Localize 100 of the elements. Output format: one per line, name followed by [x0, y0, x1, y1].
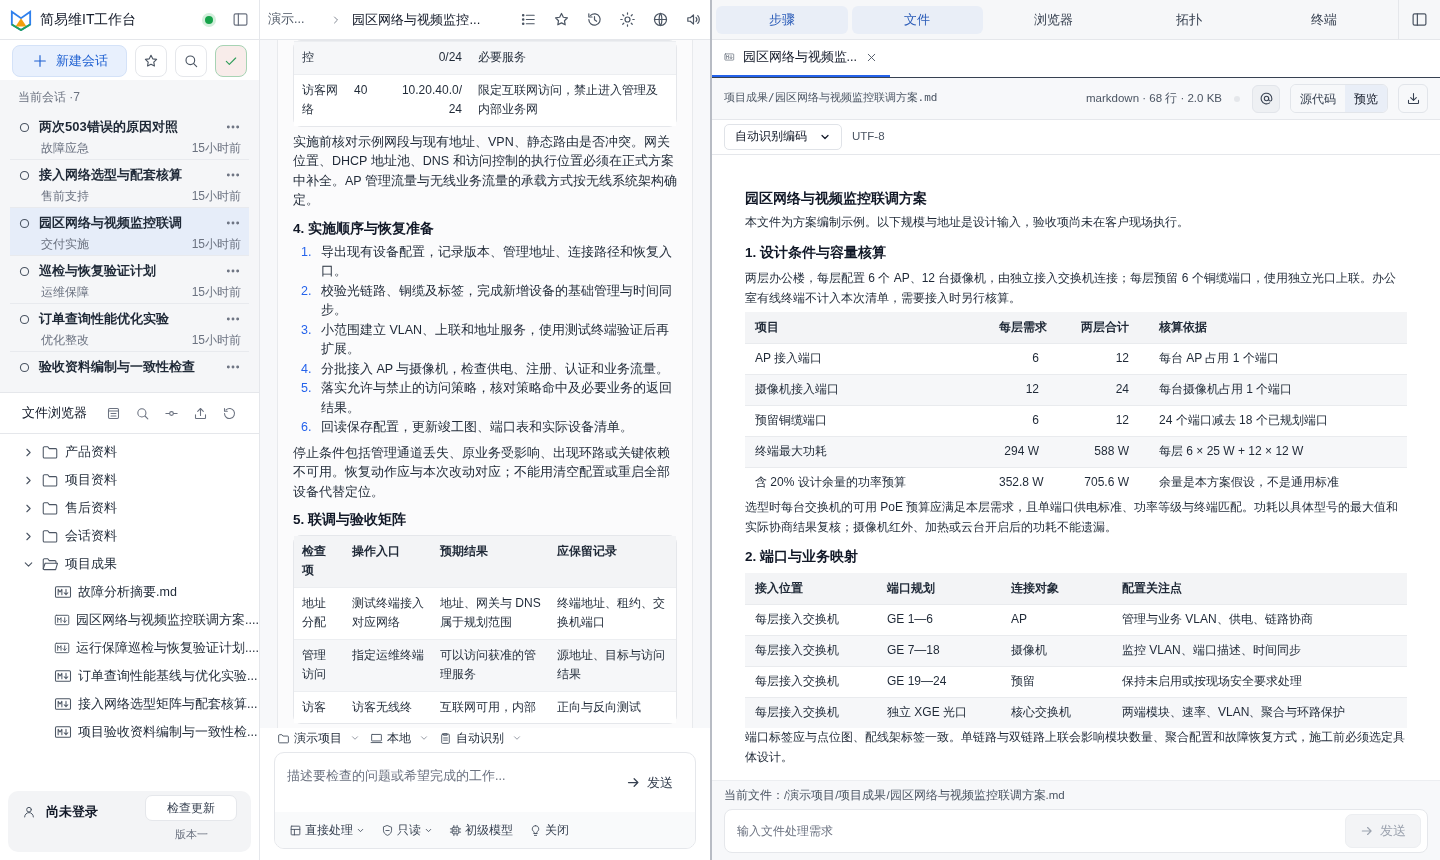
folder-icon — [277, 731, 290, 745]
folder-item[interactable]: 项目资料 — [0, 466, 259, 494]
panel-tab[interactable]: 拓扑 — [1122, 5, 1255, 34]
arrow-right-icon — [1360, 824, 1374, 838]
table-cell: 6 — [989, 343, 1049, 374]
list-number: 3. — [301, 321, 313, 339]
history-button[interactable] — [586, 11, 603, 28]
table-cell: 源地址、目标与访问结果 — [549, 638, 676, 691]
table-cell: 独立 XGE 光口 — [877, 697, 1001, 729]
file-item[interactable]: 项目验收资料编制与一致性检... — [0, 718, 259, 746]
check-update-button[interactable]: 检查更新 — [145, 795, 237, 821]
table-cell: AP 接入端口 — [745, 343, 989, 374]
folder-icon — [41, 527, 59, 545]
column-header: 每层需求 — [989, 312, 1049, 343]
table-cell: 管理访问 — [294, 638, 344, 691]
new-session-button[interactable]: 新建会话 — [12, 45, 128, 77]
upload-button[interactable] — [193, 405, 208, 421]
folder-item[interactable]: 售后资料 — [0, 494, 259, 522]
session-item[interactable]: 验收资料编制与一致性检查 — [10, 352, 249, 392]
user-icon — [22, 805, 36, 820]
download-button[interactable] — [1398, 84, 1428, 113]
session-item[interactable]: 巡检与恢复验证计划 运维保障 15小时前 — [10, 256, 249, 304]
lightbulb-icon — [529, 823, 542, 837]
detection-selector[interactable]: 自动识别 — [439, 729, 522, 747]
panel-toggle-icon — [1411, 11, 1429, 28]
refresh-button[interactable] — [222, 405, 237, 421]
search-button[interactable] — [175, 45, 208, 77]
sidebar-toggle-button[interactable] — [232, 11, 249, 28]
document-title: 园区网络与视频监控联调方案 — [745, 190, 928, 208]
table-cell: 核心交换机 — [1001, 697, 1102, 729]
message-input[interactable]: 描述要检查的问题或希望完成的工作... — [287, 767, 626, 786]
table-cell: 互联网可用，内部 — [432, 690, 549, 723]
panel-tab[interactable]: 文件 — [851, 5, 984, 34]
upload-icon — [193, 405, 208, 421]
session-title: 接入网络选型与配套核算 — [39, 166, 183, 185]
section-heading: 1. 设计条件与容量核算 — [745, 243, 887, 262]
search-button[interactable] — [135, 405, 150, 421]
sound-button[interactable] — [685, 11, 702, 28]
folder-item[interactable]: 产品资料 — [0, 438, 259, 466]
column-header: 预期结果 — [432, 535, 549, 587]
markdown-file-icon — [54, 695, 72, 713]
column-header: 核算依据 — [1139, 312, 1407, 343]
thinking-toggle[interactable]: 关闭 — [529, 821, 569, 839]
file-item[interactable]: 接入网络选型矩阵与配套核算... — [0, 690, 259, 718]
table-cell: 每层接入交换机 — [745, 697, 877, 729]
column-header: 接入位置 — [745, 573, 877, 605]
table-cell: 24 — [1049, 374, 1139, 405]
search-icon — [183, 53, 200, 69]
model-selector[interactable]: 初级模型 — [449, 821, 513, 839]
table-cell: 24 个端口减去 18 个已规划端口 — [1139, 405, 1407, 436]
table-cell: 40 — [346, 73, 388, 126]
paragraph: 选型时每台交换机的可用 PoE 预算应满足本层需求，且单端口供电标准、功率等级与终端匹配。功耗以具体型号的最大值和实际协商结果复核；摄像机红外、加热或云台开启后的功耗不能遗漏。 — [745, 499, 1400, 536]
request-input[interactable]: 输入文件处理需求 — [737, 822, 1345, 840]
permission-selector[interactable]: 只读 — [381, 821, 433, 839]
panel-tab[interactable]: 步骤 — [716, 5, 848, 34]
file-item[interactable]: 故障分析摘要.md — [0, 578, 259, 606]
file-item[interactable]: 园区网络与视频监控联调方案.... — [0, 606, 259, 634]
shield-icon — [381, 823, 394, 837]
table-cell: GE 7—18 — [877, 635, 1001, 667]
folder-item[interactable]: 项目成果 — [0, 550, 259, 578]
environment-selector[interactable]: 本地 — [370, 729, 429, 747]
column-header: 两层合计 — [1049, 312, 1139, 343]
file-item[interactable]: 订单查询性能基线与优化实验... — [0, 662, 259, 690]
breadcrumb-item[interactable]: 园区网络与视频监控... — [352, 9, 504, 30]
table-cell: 余量是本方案假设，不是通用标准 — [1139, 467, 1407, 498]
markdown-file-icon — [724, 50, 735, 64]
favorite-button[interactable] — [553, 11, 570, 28]
encoding-select[interactable]: 自动识别编码 — [724, 124, 842, 150]
breadcrumb-item[interactable]: 演示... — [268, 10, 305, 29]
table-cell: 限定互联网访问，禁止进入管理及内部业务网 — [470, 73, 676, 126]
favorites-button[interactable] — [135, 45, 168, 77]
table-cell: 管理与业务 VLAN、供电、链路协商 — [1102, 604, 1407, 636]
markdown-file-icon — [54, 723, 72, 741]
table-cell: 每层接入交换机 — [745, 635, 877, 667]
mention-button[interactable] — [1252, 84, 1280, 113]
table-cell: 终端最大功耗 — [745, 436, 989, 467]
file-item[interactable]: 运行保障巡检与恢复验证计划.... — [0, 634, 259, 662]
chevron-down-icon — [350, 733, 360, 743]
view-mode-tab[interactable]: 预览 — [1345, 85, 1387, 112]
file-list-button[interactable] — [106, 405, 121, 421]
project-selector[interactable]: 演示项目 — [277, 729, 360, 747]
table-cell: 10.20.40.0/24 — [388, 73, 470, 126]
column-header: 配置关注点 — [1102, 573, 1407, 605]
table-cell: 0/24 — [388, 41, 470, 74]
panel-tab[interactable]: 终端 — [1258, 5, 1391, 34]
mode-selector[interactable]: 直接处理 — [289, 821, 365, 839]
list-number: 6. — [301, 419, 313, 437]
table-cell: 预留铜缆端口 — [745, 405, 989, 436]
folder-item[interactable]: 会话资料 — [0, 522, 259, 550]
session-item[interactable]: 订单查询性能优化实验 优化整改 15小时前 — [10, 304, 249, 352]
tab-label: 园区网络与视频监... — [742, 48, 857, 66]
encoding-label: UTF-8 — [852, 129, 885, 145]
session-category: 交付实施 — [41, 236, 89, 253]
panel-tab[interactable]: 浏览器 — [987, 5, 1119, 34]
file-list-icon — [106, 405, 121, 421]
session-item[interactable]: 两次503错误的原因对照 故障应急 15小时前 — [10, 112, 249, 160]
session-item[interactable]: 园区网络与视频监控联调 交付实施 15小时前 — [10, 208, 249, 256]
send-button[interactable]: 发送 — [626, 773, 673, 793]
file-path: 项目成果/园区网络与视频监控联调方案.md — [724, 90, 939, 107]
table-cell: 测试终端接入对应网络 — [344, 586, 432, 639]
